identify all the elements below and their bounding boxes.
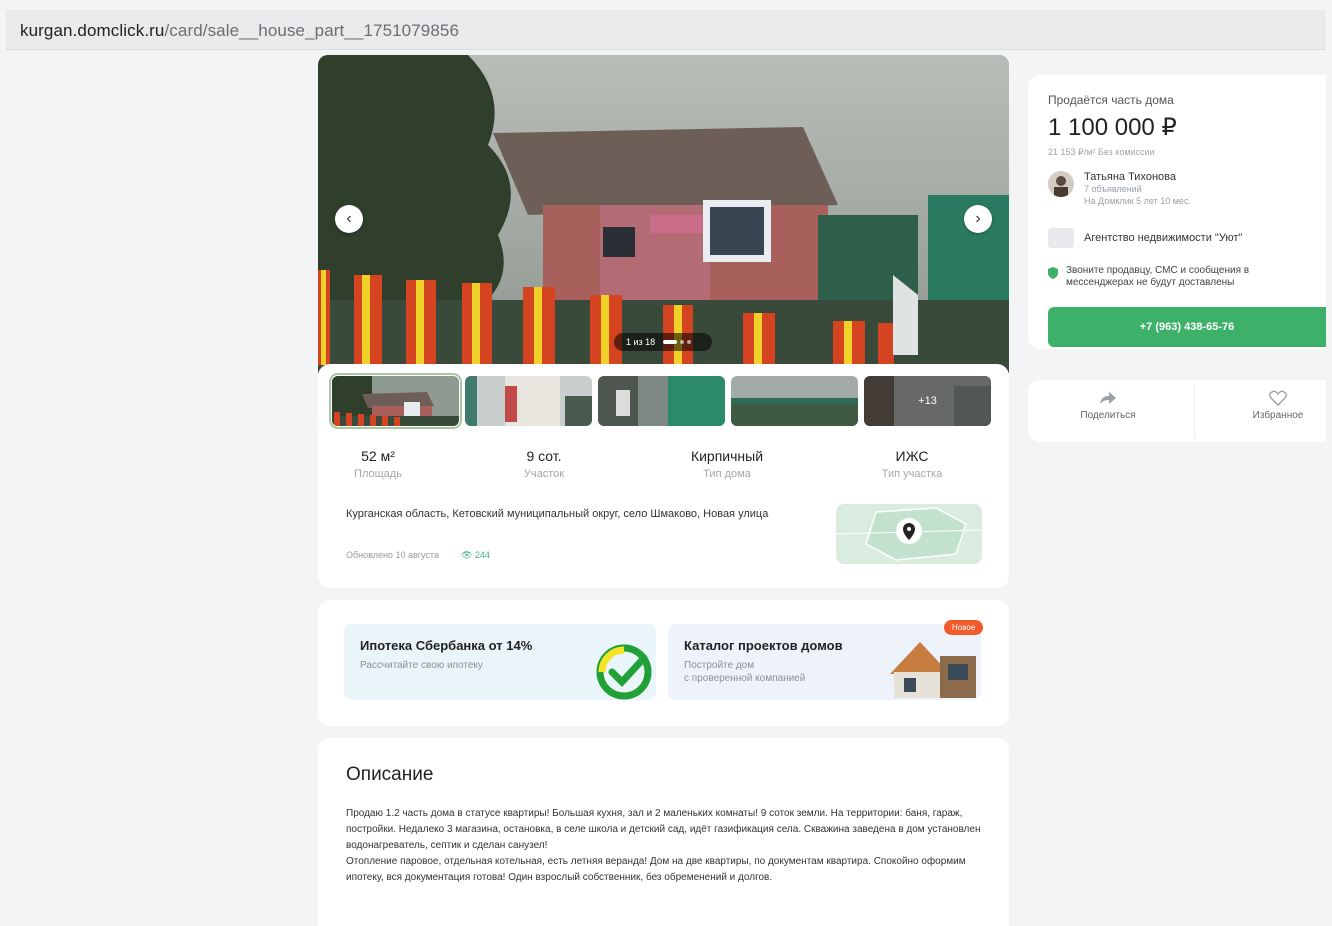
fact-label: Тип участка [881,468,943,480]
heart-icon [1269,390,1287,406]
seller-ads-count: 7 объявлений [1084,184,1142,194]
price-per-meter: 21 153 ₽/м² Без комиссии [1048,147,1155,157]
eye-icon: 👁 [460,550,475,560]
fact-value: ИЖС [895,448,929,464]
description-text: Продаю 1.2 часть дома в статусе квартиры… [346,808,981,883]
photo-dots [663,340,692,344]
seller-info[interactable]: Татьяна Тихонова 7 объявлений На Домклик… [1048,171,1191,207]
page: ‹ › 1 из 18 +13 52 м² Площадь 9 сот. Уча… [6,50,1326,926]
agency-logo-icon [1048,228,1074,248]
thumbnail-more[interactable]: +13 [864,376,991,426]
shield-icon [1048,267,1058,279]
divider [1194,384,1195,438]
fact-value: Кирпичный [690,448,764,464]
house-illustration-icon [890,642,976,698]
description-heading: Описание [346,764,434,785]
fact-plot-type: ИЖС Тип участка [862,448,962,480]
fact-label: Участок [523,468,565,480]
agency-info[interactable]: Агентство недвижимости "Уют" [1048,228,1242,248]
views-value: 244 [474,550,490,560]
listing-info-card: +13 52 м² Площадь 9 сот. Участок Кирпичн… [318,364,1009,588]
share-label: Поделиться [1080,410,1136,421]
map-pin-icon [896,518,922,544]
new-badge: Новое [944,620,984,635]
avatar [1048,171,1074,197]
promo-subtitle: Постройте дом с проверенной компанией [684,660,806,684]
share-icon [1100,392,1116,404]
chevron-right-icon: › [975,210,981,227]
share-button[interactable]: Поделиться [1038,390,1178,421]
thumbnail-strip: +13 [329,373,991,429]
fact-value: 52 м² [361,448,395,464]
actions-card: Поделиться Избранное [1028,380,1326,442]
fact-plot: 9 сот. Участок [504,448,584,480]
listing-price: 1 100 000 ₽ [1048,114,1177,141]
favorite-button[interactable]: Избранное [1208,390,1332,421]
facts-row: 52 м² Площадь 9 сот. Участок Кирпичный Т… [338,448,988,480]
call-notice: Звоните продавцу, СМС и сообщения в месс… [1048,265,1318,289]
favorite-label: Избранное [1252,410,1304,421]
fact-house-type: Кирпичный Тип дома [672,448,782,480]
photo-gallery[interactable]: ‹ › 1 из 18 [318,55,1009,373]
photo-counter: 1 из 18 [614,333,712,351]
browser-address-bar[interactable]: kurgan.domclick.ru/card/sale__house_part… [6,10,1326,50]
url-text[interactable]: kurgan.domclick.ru/card/sale__house_part… [20,21,459,41]
more-photos-label: +13 [864,376,991,426]
seller-name[interactable]: Татьяна Тихонова [1084,171,1191,183]
phone-number: +7 (963) 438-65-76 [1139,321,1235,333]
fact-label: Площадь [354,468,402,480]
fact-area: 52 м² Площадь [338,448,418,480]
photo-counter-text: 1 из 18 [626,337,656,347]
promo-card: Ипотека Сбербанка от 14% Рассчитайте сво… [318,600,1009,726]
listing-meta: Обновлено 10 августа 👁 244 [346,550,490,561]
url-path: /card/sale__house_part__1751079856 [164,21,460,40]
promo-title: Каталог проектов домов [684,638,843,653]
updated-date: Обновлено 10 августа [346,550,439,560]
listing-address: Курганская область, Кетовский муниципаль… [346,508,769,520]
show-phone-button[interactable]: +7 (963) 438-65-76 [1048,307,1326,347]
sber-logo-icon [596,644,652,700]
call-notice-text: Звоните продавцу, СМС и сообщения в месс… [1066,265,1250,288]
sber-mortgage-banner[interactable]: Ипотека Сбербанка от 14% Рассчитайте сво… [344,624,656,700]
thumbnail-2[interactable] [465,376,592,426]
description-card: Описание Продаю 1.2 часть дома в статусе… [318,738,1009,926]
price-card: Продаётся часть дома 1 100 000 ₽ 21 153 … [1028,75,1326,349]
url-host: kurgan.domclick.ru [20,21,165,40]
fact-label: Тип дома [703,468,751,480]
chevron-left-icon: ‹ [346,210,352,227]
fact-value: 9 сот. [526,448,562,464]
thumbnail-4[interactable] [731,376,858,426]
listing-kind: Продаётся часть дома [1048,93,1174,107]
seller-since: На Домклик 5 лет 10 мес. [1084,196,1191,206]
location-map[interactable] [836,504,982,564]
agency-name: Агентство недвижимости "Уют" [1084,232,1243,244]
house-photo [318,55,1009,373]
gallery-prev-button[interactable]: ‹ [335,205,363,233]
house-catalog-banner[interactable]: Каталог проектов домов Постройте дом с п… [668,624,981,700]
thumbnail-3[interactable] [598,376,725,426]
promo-subtitle: Рассчитайте свою ипотеку [360,660,483,671]
views-count: 👁 244 [461,550,490,561]
promo-title: Ипотека Сбербанка от 14% [360,638,533,653]
thumbnail-1[interactable] [329,373,462,429]
gallery-next-button[interactable]: › [964,205,992,233]
